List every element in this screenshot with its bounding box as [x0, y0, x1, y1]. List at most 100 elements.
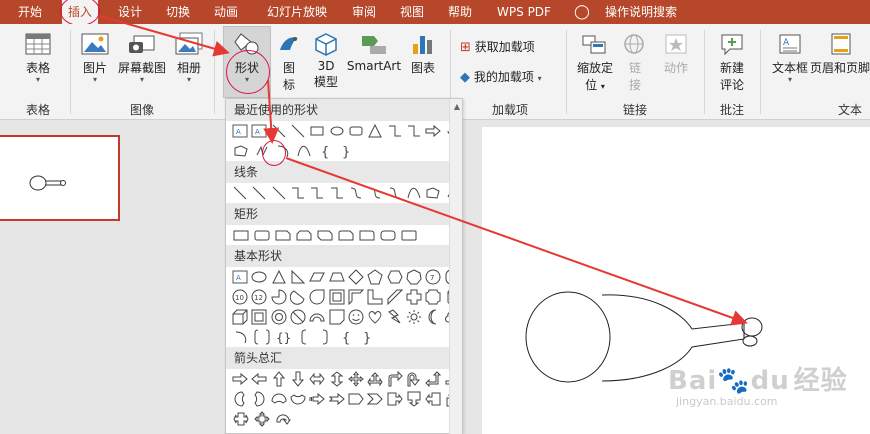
shape-line-2[interactable] — [289, 122, 307, 140]
basic-textbox[interactable]: A — [231, 268, 249, 286]
shape-elbow-arrow[interactable] — [405, 122, 423, 140]
basic-lightning-bolt[interactable] — [386, 308, 404, 326]
arrow-callout-left[interactable] — [424, 390, 442, 408]
shape-triangle[interactable] — [366, 122, 384, 140]
arrow-striped-right[interactable] — [308, 390, 326, 408]
line-elbow-double[interactable] — [328, 184, 346, 202]
rect-snip-round[interactable] — [336, 226, 356, 244]
rect-snip-diagonal[interactable] — [315, 226, 335, 244]
rect-round-one[interactable] — [357, 226, 377, 244]
tab-animations[interactable]: 动画 — [206, 0, 246, 24]
arrow-curved-down[interactable] — [289, 390, 307, 408]
tab-slideshow[interactable]: 幻灯片放映 — [260, 0, 334, 24]
arrow-bent[interactable] — [386, 370, 404, 388]
basic-diagonal-stripe[interactable] — [386, 288, 404, 306]
arrow-quad[interactable] — [347, 370, 365, 388]
arrow-up-down[interactable] — [328, 370, 346, 388]
rect-snip-two[interactable] — [294, 226, 314, 244]
shape-rectangle[interactable] — [308, 122, 326, 140]
basic-double-bracket[interactable] — [252, 328, 272, 346]
basic-block-arc[interactable] — [308, 308, 326, 326]
shape-vertical-textbox[interactable]: A — [250, 122, 268, 140]
basic-teardrop[interactable] — [308, 288, 326, 306]
basic-diamond[interactable] — [347, 268, 365, 286]
header-footer-button[interactable]: 页眉和页脚 — [810, 32, 870, 76]
line-straight[interactable] — [231, 184, 249, 202]
arrow-down[interactable] — [289, 370, 307, 388]
arrow-callout-left-right[interactable] — [231, 410, 251, 428]
table-button[interactable]: 表格 ▾ — [14, 32, 62, 84]
basic-heart[interactable] — [366, 308, 384, 326]
basic-bevel[interactable] — [250, 308, 268, 326]
tab-design[interactable]: 设计 — [110, 0, 150, 24]
icons-button[interactable]: 图 标 — [274, 32, 304, 93]
shape-oval[interactable] — [328, 122, 346, 140]
arrow-curved-left[interactable] — [250, 390, 268, 408]
basic-plaque[interactable] — [424, 288, 442, 306]
rect-round-diagonal[interactable] — [399, 226, 419, 244]
basic-right-brace[interactable]: } — [357, 328, 377, 346]
basic-right-triangle[interactable] — [289, 268, 307, 286]
shape-rounded-rect[interactable] — [347, 122, 365, 140]
basic-pie[interactable] — [270, 288, 288, 306]
basic-cube[interactable] — [231, 308, 249, 326]
line-elbow-arrow[interactable] — [308, 184, 326, 202]
basic-folded-corner[interactable] — [328, 308, 346, 326]
tab-wps-pdf[interactable]: WPS PDF — [490, 0, 558, 24]
arrow-chevron[interactable] — [366, 390, 384, 408]
rect-round-two[interactable] — [378, 226, 398, 244]
arrow-circular[interactable] — [273, 410, 293, 428]
rect-plain[interactable] — [231, 226, 251, 244]
basic-double-brace[interactable]: {} — [273, 328, 293, 346]
shape-curve[interactable] — [294, 142, 314, 160]
gallery-scrollbar[interactable]: ▲ — [449, 99, 462, 434]
line-arrow[interactable] — [250, 184, 268, 202]
arrow-left-up[interactable] — [424, 370, 442, 388]
basic-sun[interactable] — [405, 308, 423, 326]
3d-model-button[interactable]: 3D 模型 — [308, 32, 344, 90]
link-button[interactable]: 链 接 — [620, 32, 650, 93]
tab-review[interactable]: 审阅 — [344, 0, 384, 24]
new-comment-button[interactable]: 新建 评论 — [712, 32, 752, 93]
basic-half-frame[interactable] — [347, 288, 365, 306]
shape-freeform[interactable] — [231, 142, 251, 160]
arrow-left[interactable] — [250, 370, 268, 388]
arrow-curved-right[interactable] — [231, 390, 249, 408]
tell-me-search[interactable]: 操作说明搜索 — [598, 0, 684, 24]
arrow-callout-quad[interactable] — [252, 410, 272, 428]
tab-help[interactable]: 帮助 — [440, 0, 480, 24]
basic-oval[interactable] — [250, 268, 268, 286]
basic-right-bracket[interactable] — [315, 328, 335, 346]
rect-snip-corner[interactable] — [273, 226, 293, 244]
arrow-left-right[interactable] — [308, 370, 326, 388]
chart-button[interactable]: 图表 — [406, 32, 440, 76]
arrow-up[interactable] — [270, 370, 288, 388]
basic-dodecagon[interactable]: 12 — [250, 288, 268, 306]
basic-trapezoid[interactable] — [328, 268, 346, 286]
shape-elbow-connector[interactable] — [386, 122, 404, 140]
shape-right-brace[interactable]: } — [336, 142, 356, 160]
tab-view[interactable]: 视图 — [392, 0, 432, 24]
basic-pentagon[interactable] — [366, 268, 384, 286]
shape-right-arrow[interactable] — [424, 122, 442, 140]
basic-octagon-7[interactable]: 7 — [424, 268, 442, 286]
scroll-up-icon[interactable]: ▲ — [454, 102, 460, 111]
line-curve[interactable] — [405, 184, 423, 202]
arrow-notched-right[interactable] — [328, 390, 346, 408]
arrow-callout-down[interactable] — [405, 390, 423, 408]
screenshot-button[interactable]: 屏幕截图 ▾ — [116, 32, 168, 84]
basic-smiley-face[interactable] — [347, 308, 365, 326]
shape-line[interactable] — [270, 122, 288, 140]
basic-frame[interactable] — [328, 288, 346, 306]
line-freeform[interactable] — [424, 184, 442, 202]
arrow-left-right-up[interactable] — [366, 370, 384, 388]
basic-moon[interactable] — [424, 308, 442, 326]
shape-left-brace[interactable]: { — [315, 142, 335, 160]
my-addins-button[interactable]: ◆ 我的加载项 ▾ — [460, 68, 564, 85]
slide-thumbnail-1[interactable] — [0, 135, 120, 221]
zoom-button[interactable]: 缩放定 位 ▾ — [574, 32, 616, 93]
basic-triangle[interactable] — [270, 268, 288, 286]
line-elbow[interactable] — [289, 184, 307, 202]
get-addins-button[interactable]: ⊞ 获取加载项 — [460, 38, 560, 55]
shape-textbox[interactable]: A — [231, 122, 249, 140]
